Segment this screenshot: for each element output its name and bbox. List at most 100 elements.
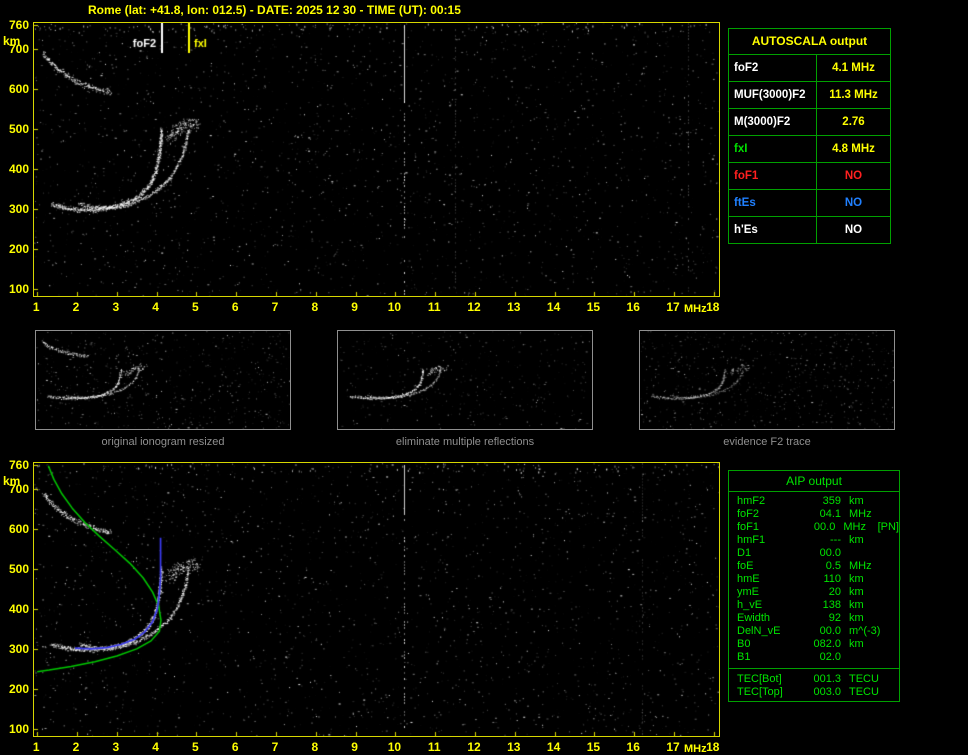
parameter-value: 11.3 MHz <box>817 82 890 108</box>
parameter-name: M(3000)F2 <box>729 109 817 135</box>
aip-parameter-name: DelN_vE <box>729 625 803 638</box>
y-tick-label: 200 <box>2 242 29 256</box>
aip-parameter-unit: km <box>841 586 881 599</box>
aip-parameter-unit: MHz <box>841 508 881 521</box>
parameter-name: ftEs <box>729 190 817 216</box>
aip-parameter-name: TEC[Bot] <box>729 673 803 686</box>
x-tick-label: 16 <box>621 740 645 754</box>
autoscala-row: M(3000)F22.76 <box>729 109 890 136</box>
autoscala-row: MUF(3000)F211.3 MHz <box>729 82 890 109</box>
aip-row: TEC[Top]003.0TECU <box>729 686 899 699</box>
aip-parameter-value: 0.5 <box>803 560 841 573</box>
aip-parameter-name: TEC[Top] <box>729 686 803 699</box>
y-tick-label: 700 <box>2 42 29 56</box>
x-tick-label: 14 <box>542 300 566 314</box>
x-tick-label: 10 <box>382 300 406 314</box>
thumbnail-no-multiples-canvas <box>338 331 592 429</box>
x-tick-label: 15 <box>581 300 605 314</box>
aip-row: TEC[Bot]001.3TECU <box>729 673 899 686</box>
x-tick-label: 7 <box>263 740 287 754</box>
aip-parameter-value: 003.0 <box>803 686 841 699</box>
aip-parameter-value: 001.3 <box>803 673 841 686</box>
aip-parameter-name: hmF1 <box>729 534 803 547</box>
x-tick-label: 7 <box>263 300 287 314</box>
x-tick-label: 8 <box>303 300 327 314</box>
thumbnail-no-multiples <box>337 330 593 430</box>
x-tick-label: 17 <box>661 740 685 754</box>
autoscala-row: h'EsNO <box>729 217 890 243</box>
x-tick-label: 18 <box>701 740 725 754</box>
x-tick-label: 11 <box>422 740 446 754</box>
aip-parameter-list: hmF2359kmfoF204.1MHzfoF100.0MHz[PN]hmF1-… <box>729 492 899 666</box>
parameter-name: fxI <box>729 136 817 162</box>
thumbnail-caption: original ionogram resized <box>35 436 291 448</box>
aip-parameter-unit: MHz <box>835 521 873 534</box>
y-tick-label: 100 <box>2 282 29 296</box>
aip-parameter-unit: km <box>841 599 881 612</box>
parameter-value: NO <box>817 217 890 243</box>
parameter-value: NO <box>817 190 890 216</box>
aip-parameter-value: 110 <box>803 573 841 586</box>
x-tick-label: 3 <box>104 300 128 314</box>
x-tick-label: 6 <box>223 300 247 314</box>
aip-parameter-note <box>881 638 885 651</box>
aip-parameter-note <box>881 547 885 560</box>
aip-parameter-note <box>881 599 885 612</box>
autoscala-output-table: AUTOSCALA output foF24.1 MHzMUF(3000)F21… <box>728 28 891 244</box>
aip-parameter-name: h_vE <box>729 599 803 612</box>
aip-parameter-unit: m^(-3) <box>841 625 881 638</box>
aip-parameter-unit: km <box>841 612 881 625</box>
aip-parameter-unit: km <box>841 495 881 508</box>
x-tick-label: 17 <box>661 300 685 314</box>
parameter-value: 4.1 MHz <box>817 55 890 81</box>
autoscala-row: foF1NO <box>729 163 890 190</box>
x-tick-label: 1 <box>24 300 48 314</box>
parameter-value: 2.76 <box>817 109 890 135</box>
aip-parameter-name: foF2 <box>729 508 803 521</box>
aip-parameter-name: D1 <box>729 547 803 560</box>
aip-parameter-note <box>881 651 885 664</box>
x-tick-label: 18 <box>701 300 725 314</box>
aip-parameter-note <box>881 560 885 573</box>
autoscala-table-title: AUTOSCALA output <box>729 29 890 55</box>
aip-parameter-unit <box>841 547 881 560</box>
aip-parameter-value: 138 <box>803 599 841 612</box>
aip-parameter-note <box>881 612 885 625</box>
parameter-value: 4.8 MHz <box>817 136 890 162</box>
aip-parameter-value: 082.0 <box>803 638 841 651</box>
x-tick-label: 8 <box>303 740 327 754</box>
parameter-value: NO <box>817 163 890 189</box>
thumbnail-f2-evidence <box>639 330 895 430</box>
aip-row: hmE110km <box>729 573 899 586</box>
aip-parameter-name: Ewidth <box>729 612 803 625</box>
aip-parameter-unit: MHz <box>841 560 881 573</box>
x-tick-label: 16 <box>621 300 645 314</box>
thumbnail-f2-evidence-canvas <box>640 331 894 429</box>
aip-row: D100.0 <box>729 547 899 560</box>
aip-parameter-name: hmE <box>729 573 803 586</box>
aip-row: ymE20km <box>729 586 899 599</box>
station-date-header: Rome (lat: +41.8, lon: 012.5) - DATE: 20… <box>88 3 461 17</box>
aip-parameter-note: [PN] <box>874 521 899 534</box>
aip-parameter-unit: km <box>841 534 881 547</box>
aip-tec-list: TEC[Bot]001.3TECUTEC[Top]003.0TECU <box>729 670 899 701</box>
aip-parameter-note <box>881 586 885 599</box>
x-tick-label: 2 <box>64 740 88 754</box>
x-tick-label: 4 <box>144 740 168 754</box>
autoscala-row: fxI4.8 MHz <box>729 136 890 163</box>
x-tick-label: 1 <box>24 740 48 754</box>
y-tick-label: 300 <box>2 202 29 216</box>
aip-row: Ewidth92km <box>729 612 899 625</box>
profile-ionogram-canvas <box>34 463 719 736</box>
y-tick-label: 400 <box>2 162 29 176</box>
x-tick-label: 9 <box>343 740 367 754</box>
aip-parameter-note <box>881 495 885 508</box>
aip-parameter-value: 04.1 <box>803 508 841 521</box>
x-tick-label: 5 <box>183 740 207 754</box>
autoscala-row: ftEsNO <box>729 190 890 217</box>
x-tick-label: 14 <box>542 740 566 754</box>
thumbnail-original-canvas <box>36 331 290 429</box>
thumbnail-caption: eliminate multiple reflections <box>337 436 593 448</box>
autoscala-row: foF24.1 MHz <box>729 55 890 82</box>
aip-row: DelN_vE00.0m^(-3) <box>729 625 899 638</box>
